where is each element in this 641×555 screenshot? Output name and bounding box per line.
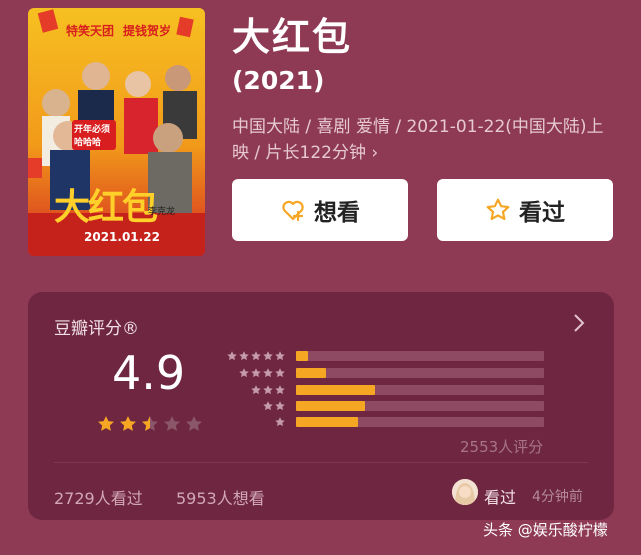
movie-info[interactable]: 中国大陆 / 喜剧 爱情 / 2021-01-22(中国大陆)上映 / 片长12… (232, 114, 612, 166)
small-star-icon (263, 385, 273, 395)
movie-year: (2021) (232, 66, 325, 95)
distribution-stars (224, 384, 286, 396)
poster-tagline-right: 提钱贺岁 (123, 24, 172, 38)
star-empty-icon (186, 416, 202, 431)
poster-director: 李克龙 (148, 207, 176, 217)
small-star-icon (239, 351, 249, 361)
star-filled-icon (98, 416, 114, 431)
watched-button[interactable]: 看过 (437, 179, 613, 241)
small-star-icon (239, 368, 249, 378)
avatar[interactable] (452, 479, 478, 505)
small-star-icon (275, 351, 285, 361)
rating-label: 豆瓣评分® (54, 319, 139, 339)
small-star-icon (275, 401, 285, 411)
small-star-icon (263, 368, 273, 378)
distribution-track (296, 417, 544, 427)
distribution-stars (224, 350, 286, 362)
distribution-bar (296, 385, 376, 395)
poster-tagline-left: 特笑天团 (66, 24, 115, 38)
small-star-icon (251, 368, 261, 378)
small-star-icon (275, 368, 285, 378)
distribution-bar (296, 368, 326, 378)
chevron-right-icon[interactable] (570, 312, 588, 334)
want-to-watch-button[interactable]: 想看 (232, 179, 408, 241)
rating-score: 4.9 (112, 346, 186, 400)
distribution-row-4-star (224, 367, 544, 379)
poster-date: 2021.01.22 (84, 230, 160, 244)
star-half-icon (142, 416, 158, 431)
distribution-bar (296, 417, 358, 427)
seen-label: 看过 (519, 200, 565, 226)
distribution-row-1-star (224, 416, 544, 428)
distribution-row-3-star (224, 384, 544, 396)
distribution-track (296, 385, 544, 395)
distribution-track (296, 368, 544, 378)
small-star-icon (275, 417, 285, 427)
rating-stars (96, 414, 204, 434)
watermark: 头条 @娱乐酸柠檬 (483, 521, 608, 539)
poster-subtitle: 开年必须 哈哈哈 (72, 120, 116, 150)
recent-time: 4分钟前 (532, 489, 583, 505)
small-star-icon (263, 351, 273, 361)
movie-title: 大红包 (232, 15, 353, 59)
star-icon (485, 197, 511, 223)
want-label: 想看 (314, 200, 360, 226)
small-star-icon (251, 385, 261, 395)
distribution-row-5-star (224, 350, 544, 362)
distribution-stars (224, 400, 286, 412)
want-count[interactable]: 5953人想看 (176, 485, 265, 509)
distribution-stars (224, 416, 286, 428)
rating-card[interactable]: 豆瓣评分® 4.9 2553人评分 2729人看过 5953人想看 看过 4分钟… (28, 292, 614, 520)
heart-plus-icon (280, 197, 306, 223)
distribution-row-2-star (224, 400, 544, 412)
small-star-icon (251, 351, 261, 361)
distribution-track (296, 401, 544, 411)
movie-poster[interactable]: 特笑天团 提钱贺岁 开年必须 哈哈哈 大红包 李克龙 2021.01.22 (28, 8, 205, 256)
rating-count: 2553人评分 (460, 438, 544, 456)
card-divider (54, 462, 588, 463)
small-star-icon (275, 385, 285, 395)
star-empty-icon (164, 416, 180, 431)
distribution-track (296, 351, 544, 361)
poster-title: 大红包 (54, 187, 158, 228)
distribution-stars (224, 367, 286, 379)
distribution-bar (296, 351, 309, 361)
small-star-icon (263, 401, 273, 411)
small-star-icon (227, 351, 237, 361)
star-filled-icon (120, 416, 136, 431)
recent-activity: 看过 (484, 488, 517, 507)
seen-count[interactable]: 2729人看过 (54, 485, 143, 509)
distribution-bar (296, 401, 366, 411)
